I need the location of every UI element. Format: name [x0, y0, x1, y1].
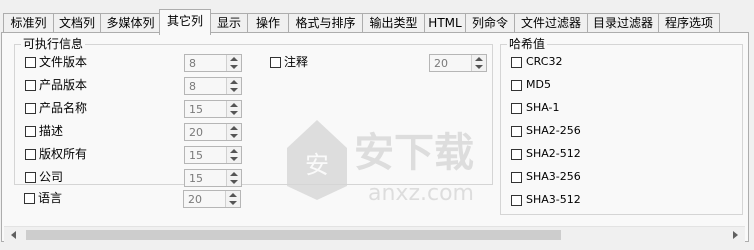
stepper-up-icon[interactable]	[230, 126, 238, 130]
stepper-buttons	[226, 147, 241, 163]
stepper-buttons	[226, 170, 241, 186]
crc32-checkbox[interactable]	[511, 57, 522, 68]
tab-strip: 标准列 文档列 多媒体列 其它列 显示 操作 格式与排序 输出类型 HTML 列…	[0, 9, 754, 35]
scrollbar-thumb[interactable]	[26, 230, 561, 240]
description-width-stepper[interactable]: 20	[184, 123, 242, 141]
file-version-label: 文件版本	[39, 55, 88, 69]
sha3-256-label: SHA3-256	[526, 170, 581, 183]
sha2-512-checkbox[interactable]	[511, 149, 522, 160]
md5-checkbox[interactable]	[511, 80, 522, 91]
stepper-buttons	[226, 124, 241, 140]
company-width-value: 15	[189, 172, 203, 185]
tab-actions[interactable]: 操作	[247, 13, 289, 33]
tab-column-commands[interactable]: 列命令	[465, 13, 515, 33]
comment-width-value: 20	[434, 57, 448, 70]
file-version-width-value: 8	[189, 57, 196, 70]
stepper-down-icon[interactable]	[230, 134, 238, 138]
sha1-label: SHA-1	[526, 101, 560, 114]
stepper-buttons	[471, 55, 486, 71]
description-label: 描述	[39, 124, 64, 138]
sha1-checkbox[interactable]	[511, 103, 522, 114]
description-checkbox[interactable]	[25, 126, 36, 137]
company-width-stepper[interactable]: 15	[184, 169, 242, 187]
stepper-buttons	[225, 191, 240, 207]
product-version-checkbox[interactable]	[25, 80, 36, 91]
md5-label: MD5	[526, 78, 551, 91]
stepper-down-icon[interactable]	[230, 65, 238, 69]
language-width-stepper[interactable]: 20	[183, 190, 241, 208]
stepper-down-icon[interactable]	[475, 65, 483, 69]
sha2-256-label: SHA2-256	[526, 124, 581, 137]
copyright-label: 版权所有	[39, 147, 88, 161]
executable-info-group: 可执行信息 文件版本 8 产品版本 8 产品名称 15 描述 20 版权所有 1…	[14, 36, 493, 187]
stepper-up-icon[interactable]	[230, 57, 238, 61]
stepper-up-icon[interactable]	[230, 103, 238, 107]
language-checkbox[interactable]	[24, 193, 35, 204]
product-name-checkbox[interactable]	[25, 103, 36, 114]
horizontal-scrollbar[interactable]	[4, 226, 745, 243]
product-name-width-value: 15	[189, 103, 203, 116]
stepper-buttons	[226, 55, 241, 71]
comment-label: 注释	[284, 55, 309, 69]
tab-display[interactable]: 显示	[210, 13, 248, 33]
product-name-label: 产品名称	[39, 101, 88, 115]
company-label: 公司	[39, 170, 64, 184]
tab-file-filter[interactable]: 文件过滤器	[514, 13, 588, 33]
sha3-512-label: SHA3-512	[526, 193, 581, 206]
stepper-down-icon[interactable]	[229, 201, 237, 205]
stepper-up-icon[interactable]	[229, 193, 237, 197]
product-version-width-stepper[interactable]: 8	[184, 77, 242, 95]
tab-program-options[interactable]: 程序选项	[658, 13, 720, 33]
product-name-width-stepper[interactable]: 15	[184, 100, 242, 118]
copyright-width-value: 15	[189, 149, 203, 162]
file-version-checkbox[interactable]	[25, 57, 36, 68]
sha2-256-checkbox[interactable]	[511, 126, 522, 137]
stepper-down-icon[interactable]	[230, 157, 238, 161]
file-version-width-stepper[interactable]: 8	[184, 54, 242, 72]
company-checkbox[interactable]	[25, 172, 36, 183]
sha2-512-label: SHA2-512	[526, 147, 581, 160]
stepper-up-icon[interactable]	[230, 80, 238, 84]
copyright-checkbox[interactable]	[25, 149, 36, 160]
tab-document-columns[interactable]: 文档列	[53, 13, 101, 33]
stepper-down-icon[interactable]	[230, 88, 238, 92]
product-version-label: 产品版本	[39, 78, 88, 92]
stepper-up-icon[interactable]	[230, 149, 238, 153]
comment-width-stepper[interactable]: 20	[429, 54, 487, 72]
stepper-down-icon[interactable]	[230, 111, 238, 115]
hash-group: 哈希值 CRC32 MD5 SHA-1 SHA2-256 SHA2-512 SH…	[500, 36, 743, 215]
tab-html[interactable]: HTML	[424, 13, 466, 33]
stepper-up-icon[interactable]	[475, 57, 483, 61]
scroll-left-icon[interactable]	[11, 231, 16, 239]
tab-media-columns[interactable]: 多媒体列	[100, 13, 161, 33]
hash-group-title: 哈希值	[507, 36, 548, 52]
tab-standard-columns[interactable]: 标准列	[3, 13, 54, 33]
comment-checkbox[interactable]	[270, 57, 281, 68]
stepper-buttons	[226, 78, 241, 94]
sha3-256-checkbox[interactable]	[511, 172, 522, 183]
stepper-down-icon[interactable]	[230, 180, 238, 184]
tab-output-type[interactable]: 输出类型	[362, 13, 425, 33]
tab-format-sort[interactable]: 格式与排序	[288, 13, 363, 33]
tab-other-columns[interactable]: 其它列	[159, 9, 211, 35]
sha3-512-checkbox[interactable]	[511, 195, 522, 206]
description-width-value: 20	[189, 126, 203, 139]
language-width-value: 20	[188, 193, 202, 206]
crc32-label: CRC32	[526, 55, 563, 68]
tab-folder-filter[interactable]: 目录过滤器	[587, 13, 659, 33]
stepper-buttons	[226, 101, 241, 117]
copyright-width-stepper[interactable]: 15	[184, 146, 242, 164]
executable-info-title: 可执行信息	[21, 36, 86, 52]
language-label: 语言	[38, 191, 63, 205]
stepper-up-icon[interactable]	[230, 172, 238, 176]
scroll-right-icon[interactable]	[733, 231, 738, 239]
tab-panel: 安 安下载 anxz.com 可执行信息 文件版本 8 产品版本 8 产品名称 …	[1, 32, 749, 242]
product-version-width-value: 8	[189, 80, 196, 93]
